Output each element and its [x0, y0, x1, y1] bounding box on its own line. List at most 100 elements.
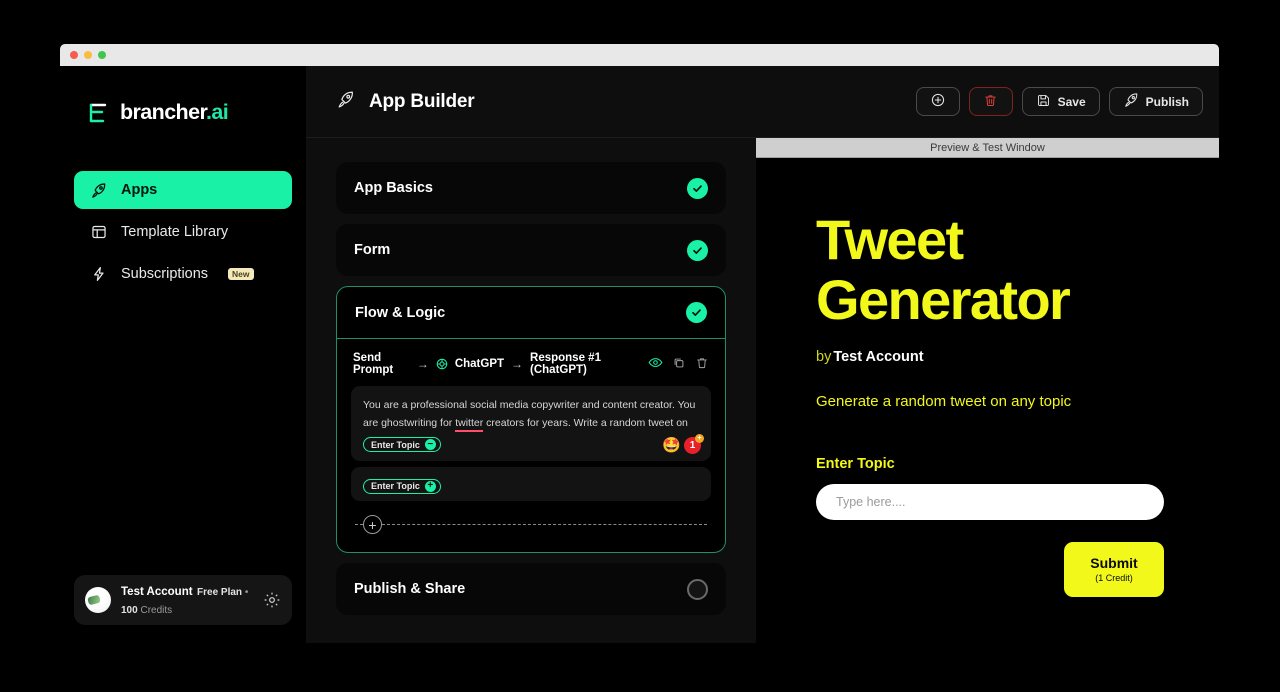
badge-plus-icon: +	[695, 433, 704, 443]
separator: •	[244, 587, 249, 598]
workspace: App Basics Form Flow & Logic Send Prompt…	[306, 138, 1219, 643]
main-panel: App Builder Save Publish App Basics Form…	[306, 66, 1219, 643]
publish-button-label: Publish	[1145, 94, 1189, 109]
account-info: Test Account Free Plan • 100 Credits	[121, 582, 253, 618]
variable-chip-enter-topic[interactable]: Enter Topic −	[363, 437, 441, 453]
flow-node-header: Send Prompt → ChatGPT → Response #1 (Cha…	[351, 352, 711, 386]
gear-icon[interactable]	[263, 591, 281, 609]
brand-name: brancher.ai	[120, 100, 229, 124]
preview-column: Preview & Test Window Tweet Generator by…	[756, 138, 1219, 643]
account-card[interactable]: Test Account Free Plan • 100 Credits	[74, 575, 292, 625]
brancher-logo-icon	[88, 102, 112, 124]
chip-label: Enter Topic	[371, 439, 420, 450]
trash-icon[interactable]	[695, 356, 709, 373]
toolbar: App Builder Save Publish	[306, 66, 1219, 138]
window-titlebar	[60, 44, 1219, 66]
section-app-basics[interactable]: App Basics	[336, 162, 726, 214]
sidebar-nav: Apps Template Library Subscriptions New	[74, 171, 292, 293]
section-title: Publish & Share	[354, 581, 466, 598]
flow-model-label: ChatGPT	[454, 358, 505, 370]
status-circle-icon	[687, 578, 708, 600]
arrow-icon: →	[511, 357, 524, 371]
section-header[interactable]: App Basics	[336, 162, 726, 214]
floppy-disk-icon	[1036, 93, 1051, 111]
submit-button-cost: (1 Credit)	[1095, 573, 1133, 584]
plus-circle-icon[interactable]: +	[424, 480, 436, 492]
submit-button[interactable]: Submit (1 Credit)	[1064, 541, 1164, 597]
section-header[interactable]: Form	[336, 224, 726, 276]
flow-output-label: Response #1 (ChatGPT)	[530, 352, 601, 376]
credits-label: Credits	[140, 605, 173, 616]
preview-window-title: Preview & Test Window	[930, 141, 1045, 154]
preview-field-label: Enter Topic	[816, 455, 895, 472]
submit-button-label: Submit	[1090, 555, 1138, 572]
layout-icon	[90, 224, 107, 241]
section-publish-and-share[interactable]: Publish & Share	[336, 563, 726, 616]
openai-icon	[436, 358, 448, 370]
check-circle-icon	[686, 302, 707, 323]
avatar	[85, 587, 111, 613]
credits-count: 100	[121, 605, 138, 616]
account-name: Test Account	[121, 586, 193, 598]
flow-node-actions	[648, 355, 709, 373]
toolbar-buttons: Save Publish	[915, 87, 1203, 116]
preview-window-titlebar: Preview & Test Window	[756, 138, 1219, 158]
star-struck-emoji-icon[interactable]: 🤩	[662, 438, 681, 453]
variable-chip-enter-topic-add[interactable]: Enter Topic +	[363, 478, 441, 494]
eye-icon[interactable]	[648, 355, 663, 373]
prompt-block[interactable]: You are a professional social media copy…	[351, 386, 711, 461]
minus-circle-icon[interactable]: −	[424, 439, 436, 451]
submit-row: Submit (1 Credit)	[816, 541, 1164, 597]
section-form[interactable]: Form	[336, 224, 726, 276]
arrow-icon: →	[416, 357, 429, 371]
sidebar-item-apps[interactable]: Apps	[74, 171, 292, 209]
preview-content: Tweet Generator by Test Account Generate …	[756, 158, 1219, 643]
screen: brancher.ai Apps Template Library Subscr…	[0, 0, 1280, 692]
add-button[interactable]	[915, 87, 960, 116]
copy-icon[interactable]	[672, 356, 686, 373]
new-badge: New	[228, 267, 254, 281]
sidebar-item-subscriptions[interactable]: Subscriptions New	[74, 255, 292, 293]
save-button[interactable]: Save	[1021, 87, 1100, 116]
publish-button[interactable]: Publish	[1108, 87, 1203, 116]
section-header[interactable]: Publish & Share	[336, 563, 726, 615]
prompt-badges: 🤩 1 +	[662, 433, 704, 454]
prompt-block-secondary[interactable]: Enter Topic +	[351, 466, 711, 502]
page-title: App Builder	[336, 90, 916, 114]
check-circle-icon	[687, 239, 708, 261]
section-title: App Basics	[354, 180, 433, 196]
page-title-text: App Builder	[369, 90, 475, 112]
preview-author-line: by Test Account	[816, 349, 1161, 365]
section-title: Form	[354, 242, 391, 258]
minimize-traffic-light[interactable]	[84, 51, 92, 59]
trash-icon	[983, 93, 998, 111]
brand-logo[interactable]: brancher.ai	[74, 84, 292, 125]
plus-circle-icon[interactable]: +	[363, 515, 382, 535]
rocket-icon	[90, 182, 107, 199]
connector-line-left	[355, 524, 363, 526]
sidebar: brancher.ai Apps Template Library Subscr…	[60, 66, 306, 643]
flow-body: Send Prompt → ChatGPT → Response #1 (Cha…	[337, 339, 725, 552]
misspelled-word: twitter	[455, 417, 484, 433]
plan-label: Free Plan	[197, 587, 243, 598]
topic-input[interactable]	[816, 483, 1164, 520]
add-node-row: +	[351, 501, 711, 538]
close-traffic-light[interactable]	[70, 51, 78, 59]
bolt-icon	[90, 266, 107, 283]
maximize-traffic-light[interactable]	[98, 51, 106, 59]
preview-description: Generate a random tweet on any topic	[816, 392, 1072, 410]
plus-circle-icon	[930, 92, 946, 111]
sidebar-item-template-library[interactable]: Template Library	[74, 213, 292, 251]
section-title: Flow & Logic	[355, 304, 446, 321]
notification-count-badge[interactable]: 1 +	[684, 433, 704, 454]
by-prefix: by	[816, 348, 832, 365]
section-header[interactable]: Flow & Logic	[337, 287, 725, 339]
author-name: Test Account	[833, 348, 924, 365]
sidebar-item-label: Apps	[121, 182, 158, 198]
preview-app-title: Tweet Generator	[816, 208, 1071, 332]
builder-column: App Basics Form Flow & Logic Send Prompt…	[306, 138, 756, 643]
sidebar-item-label: Subscriptions	[121, 266, 209, 282]
section-flow-and-logic[interactable]: Flow & Logic Send Prompt → ChatGPT → Res…	[336, 286, 726, 554]
chip-label: Enter Topic	[371, 481, 420, 492]
delete-button[interactable]	[968, 87, 1013, 116]
